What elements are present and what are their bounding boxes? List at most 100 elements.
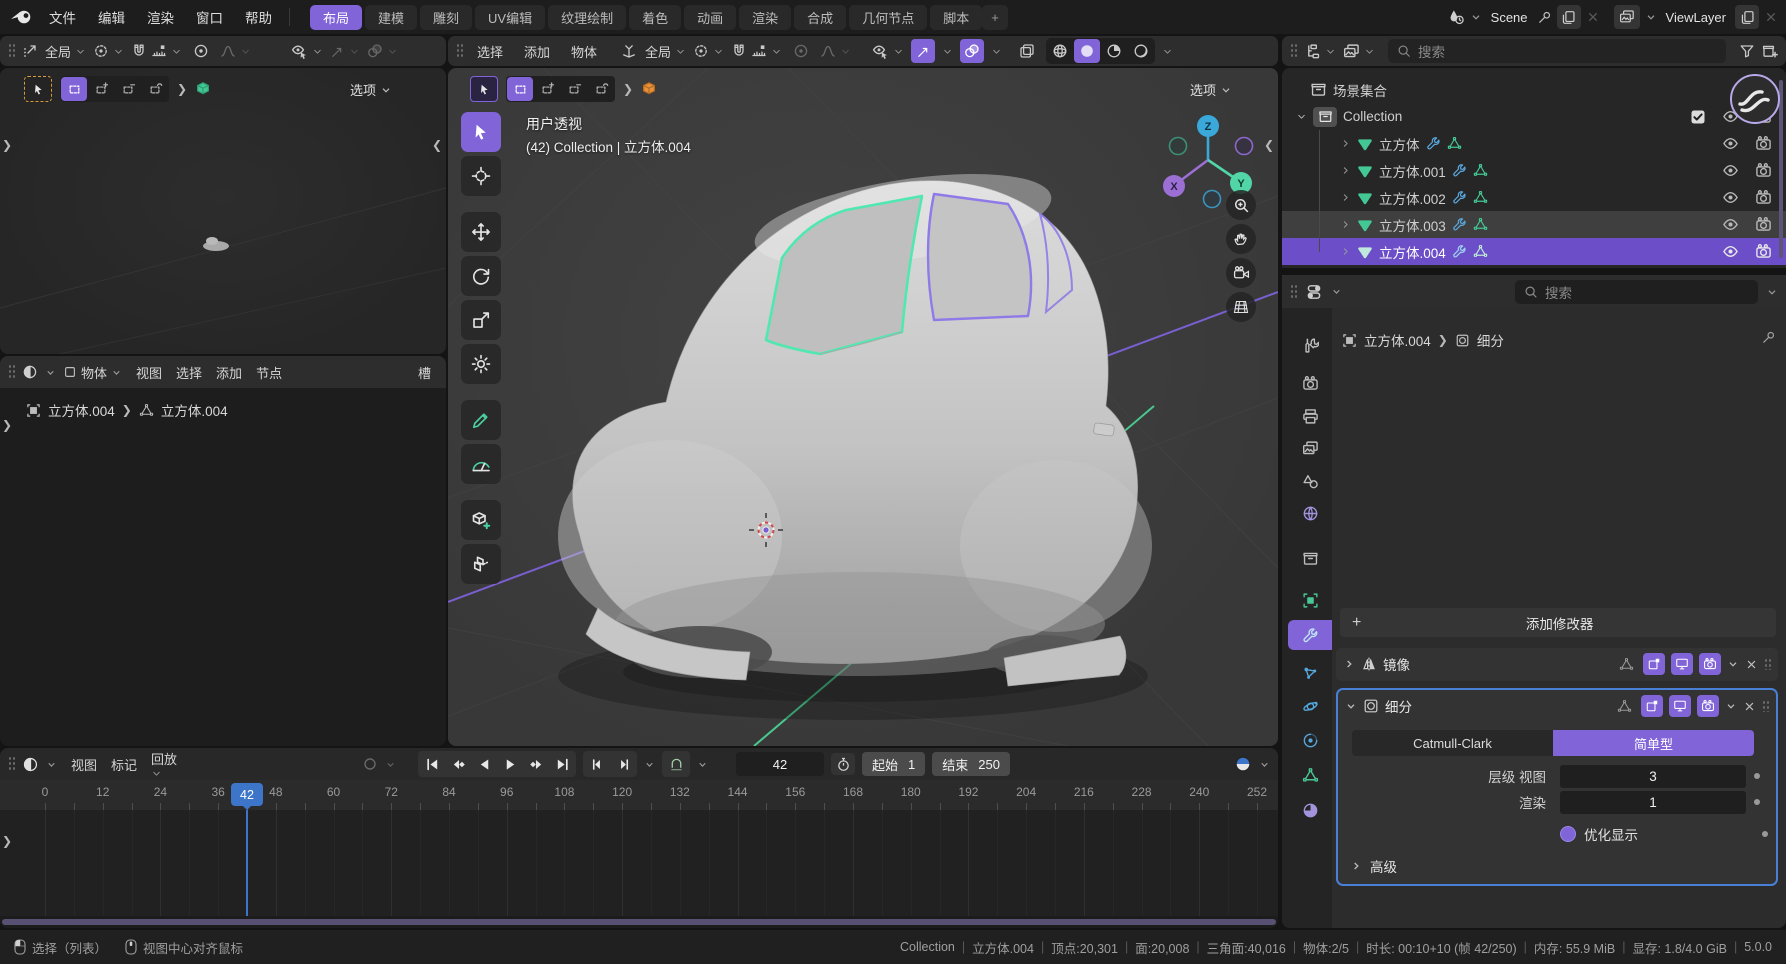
drag-grip[interactable] <box>8 43 15 59</box>
timeline-menu-视图[interactable]: 视图 <box>64 755 104 774</box>
workspace-tab-合成[interactable]: 合成 <box>794 5 846 30</box>
editor-type-icon[interactable] <box>22 756 39 773</box>
outliner-filter-button[interactable] <box>1739 43 1755 59</box>
chevron-down-icon[interactable] <box>1259 759 1270 770</box>
shading-material-button[interactable] <box>1101 39 1127 63</box>
collection-checkbox[interactable] <box>1690 109 1706 125</box>
timeline-tracks[interactable] <box>0 810 1278 916</box>
select-mode-new[interactable] <box>507 77 533 101</box>
next-keyframe-button[interactable] <box>524 753 548 775</box>
show-in-render-icon[interactable] <box>1699 653 1721 675</box>
properties-tab-render[interactable] <box>1288 368 1332 398</box>
wrench-icon[interactable] <box>1426 136 1441 151</box>
select-mode-subtract[interactable] <box>561 77 587 101</box>
timeline-ruler[interactable]: 0122436486072849610812013214415616818019… <box>0 780 1278 810</box>
outliner-row-立方体[interactable]: 立方体 <box>1282 130 1786 157</box>
selectability-dropdown[interactable] <box>872 43 904 60</box>
extensions-status-badge[interactable] <box>1730 74 1780 124</box>
simple-option[interactable]: 简单型 <box>1553 730 1754 756</box>
breadcrumb-material[interactable]: 立方体.004 <box>161 400 228 420</box>
overlays-dropdown[interactable] <box>991 46 1002 57</box>
active-tool-icon[interactable] <box>24 76 52 102</box>
viewlayer-name[interactable]: ViewLayer <box>1666 10 1726 25</box>
shading-dropdown[interactable] <box>1162 46 1173 57</box>
select-mode-new[interactable] <box>61 77 87 101</box>
animate-dot[interactable] <box>1754 799 1760 805</box>
levels-viewport-field[interactable]: 3 <box>1560 765 1746 788</box>
mesh-data-icon[interactable] <box>1473 217 1488 232</box>
gizmos-dropdown[interactable] <box>942 46 953 57</box>
playback-sync-icon[interactable] <box>1234 755 1252 773</box>
workspace-tab-UV编辑[interactable]: UV编辑 <box>475 5 545 30</box>
jump-to-end-button[interactable] <box>550 753 574 775</box>
add-modifier-button[interactable]: + 添加修改器 <box>1340 608 1776 637</box>
animate-dot[interactable] <box>1754 773 1760 779</box>
mesh-data-icon[interactable] <box>1473 190 1488 205</box>
viewlayer-selector[interactable]: ViewLayer <box>1614 5 1778 29</box>
prev-keyframe-button[interactable] <box>446 753 470 775</box>
modifier-mirror-panel[interactable]: 镜像 <box>1336 648 1778 681</box>
outliner-row-collection[interactable]: Collection <box>1282 103 1786 130</box>
collapse-sidebar-arrow[interactable]: ❮ <box>1264 138 1274 152</box>
shader-menu-节点[interactable]: 节点 <box>249 363 289 382</box>
pan-hand-button[interactable] <box>1226 224 1256 254</box>
outliner-scrollbar[interactable] <box>1779 80 1783 258</box>
chevron-down-icon[interactable] <box>1766 286 1778 298</box>
select-mode-extend[interactable] <box>88 77 114 101</box>
viewport-menu-添加[interactable]: 添加 <box>517 42 557 61</box>
drag-grip[interactable] <box>456 43 463 59</box>
mesh-data-icon[interactable] <box>1473 244 1488 259</box>
modifier-subdivision-panel[interactable]: 细分 Catmull-Clark 简单型 <box>1336 688 1778 886</box>
workspace-tab-着色[interactable]: 着色 <box>629 5 681 30</box>
properties-tab-physics[interactable] <box>1288 691 1332 721</box>
advanced-section-toggle[interactable]: 高级 <box>1338 854 1776 878</box>
show-in-editmode-icon[interactable] <box>1641 695 1663 717</box>
snap-dropdown[interactable] <box>731 43 782 59</box>
drag-grip[interactable] <box>1762 700 1769 712</box>
drag-grip[interactable] <box>1290 284 1297 300</box>
select-mode-intersect[interactable] <box>588 77 614 101</box>
tool-annotate-button[interactable] <box>461 400 501 440</box>
jump-to-start-button[interactable] <box>420 753 444 775</box>
properties-search-input[interactable]: 搜索 <box>1515 280 1758 304</box>
play-reverse-button[interactable] <box>472 753 496 775</box>
hide-in-viewport-toggle[interactable] <box>1722 135 1739 152</box>
properties-tab-world[interactable] <box>1288 498 1332 528</box>
disable-in-render-toggle[interactable] <box>1755 243 1772 260</box>
chevron-down-icon[interactable] <box>1727 658 1739 670</box>
tweak-fallback-icon[interactable] <box>22 43 38 59</box>
shader-menu-添加[interactable]: 添加 <box>209 363 249 382</box>
workspace-tab-雕刻[interactable]: 雕刻 <box>420 5 472 30</box>
tool-cursor-button[interactable] <box>461 156 501 196</box>
slot-dropdown[interactable]: 槽 <box>411 363 438 382</box>
properties-tab-output[interactable] <box>1288 401 1332 431</box>
hide-in-viewport-toggle[interactable] <box>1722 189 1739 206</box>
tool-move-button[interactable] <box>461 212 501 252</box>
outliner-search-input[interactable]: 搜索 <box>1388 39 1726 63</box>
optimal-display-checkbox[interactable] <box>1560 826 1576 842</box>
snap-dropdown[interactable] <box>131 43 182 59</box>
wrench-icon[interactable] <box>1452 244 1467 259</box>
timeline-menu-回放[interactable]: 回放 <box>144 749 184 779</box>
left-viewport-options-button[interactable]: 选项 <box>350 80 392 99</box>
outliner-filter-id-dropdown[interactable] <box>1343 43 1375 60</box>
active-tool-icon[interactable] <box>470 76 498 102</box>
disable-in-render-toggle[interactable] <box>1755 162 1772 179</box>
drag-grip[interactable] <box>8 756 15 772</box>
close-icon[interactable] <box>1745 658 1758 671</box>
chevron-down-icon[interactable] <box>1725 700 1737 712</box>
show-in-editmode-icon[interactable] <box>1643 653 1665 675</box>
chevron-down-icon[interactable] <box>644 759 655 770</box>
select-mode-extend[interactable] <box>534 77 560 101</box>
tool-scale-button[interactable] <box>461 300 501 340</box>
viewport-menu-选择[interactable]: 选择 <box>470 42 510 61</box>
drag-grip[interactable] <box>8 364 15 380</box>
expand-panel-arrow[interactable]: ❯ <box>2 418 12 432</box>
show-in-viewport-icon[interactable] <box>1671 653 1693 675</box>
outliner-row-立方体.001[interactable]: 立方体.001 <box>1282 157 1786 184</box>
editor-divider[interactable] <box>1282 268 1786 275</box>
workspace-tab-布局[interactable]: 布局 <box>310 5 362 30</box>
select-mode-subtract[interactable] <box>115 77 141 101</box>
pivot-point-dropdown[interactable] <box>93 43 124 59</box>
shader-menu-选择[interactable]: 选择 <box>169 363 209 382</box>
